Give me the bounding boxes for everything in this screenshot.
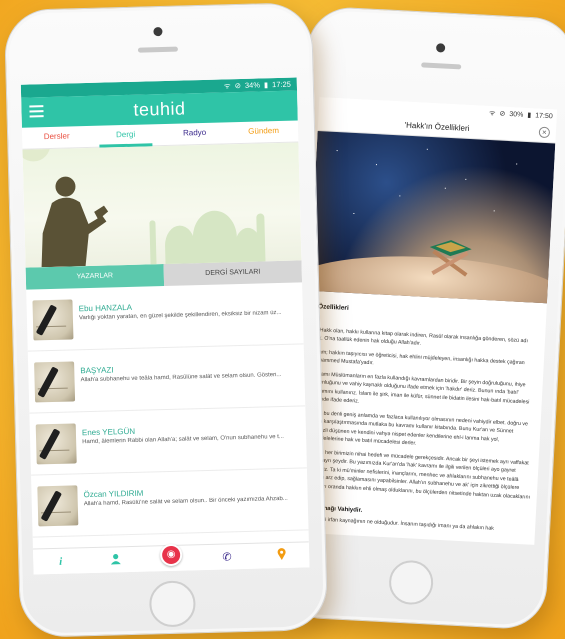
home-button[interactable] bbox=[388, 559, 435, 606]
list-item[interactable]: BAŞYAZI Allah'a subhanehu ve teâla hamd,… bbox=[27, 344, 306, 414]
front-camera bbox=[435, 43, 446, 53]
bottom-nav: i ◉ ✆ bbox=[32, 541, 310, 575]
block-icon: ⊘ bbox=[499, 110, 506, 118]
front-phone: ᯤ ⊘ 34% ▮ 17:25 teuhid Dersler Dergi Rad… bbox=[3, 2, 329, 638]
article-body: ı Özellikleri El-Hakk olan, hakkı kullar… bbox=[297, 291, 547, 536]
speaker bbox=[137, 46, 178, 53]
tab-radyo[interactable]: Radyo bbox=[160, 122, 230, 145]
pen-thumbnail bbox=[34, 360, 76, 402]
article-paragraph: i olmak her birimizin nihai hedefi ve mü… bbox=[304, 448, 531, 501]
battery-icon: ▮ bbox=[263, 80, 269, 90]
praying-person-icon bbox=[41, 176, 109, 268]
magazine-banner bbox=[22, 142, 302, 268]
app-screen: ᯤ ⊘ 34% ▮ 17:25 teuhid Dersler Dergi Rad… bbox=[20, 77, 310, 575]
pen-thumbnail bbox=[37, 484, 79, 526]
list-item[interactable]: Ebu HANZALA Varlığı yoktan yaratan, en g… bbox=[26, 282, 304, 352]
article-screen: ᯤ ⊘ 30% ▮ 17:50 'Hakk'ın Özellikleri × ı… bbox=[296, 97, 558, 545]
list-item[interactable]: Özcan YILDIRIM Allah'a hamd, Rasûlü'ne s… bbox=[31, 468, 309, 538]
quran-stand-icon bbox=[429, 240, 472, 277]
wifi-icon: ᯤ bbox=[488, 109, 496, 117]
article-paragraph: kavramı Müslümanların en fazla kullandığ… bbox=[309, 370, 530, 405]
article-list: Ebu HANZALA Varlığı yoktan yaratan, en g… bbox=[26, 282, 309, 538]
pen-thumbnail bbox=[35, 422, 77, 464]
user-icon[interactable] bbox=[105, 553, 125, 568]
info-icon[interactable]: i bbox=[51, 555, 71, 568]
speaker bbox=[421, 62, 462, 70]
article-paragraph: tamın bu denli geniş anlamda ve fazlaca … bbox=[307, 409, 529, 447]
radio-icon[interactable]: ◉ bbox=[159, 543, 183, 566]
tab-dergi[interactable]: Dergi bbox=[91, 124, 161, 147]
article-hero-image bbox=[309, 131, 556, 304]
pen-thumbnail bbox=[32, 298, 74, 340]
battery-icon: ▮ bbox=[527, 111, 532, 120]
location-icon[interactable] bbox=[272, 548, 292, 564]
battery-level: 30% bbox=[509, 110, 524, 119]
article-heading: ı Özellikleri bbox=[314, 303, 349, 312]
hamburger-menu-icon[interactable] bbox=[29, 105, 44, 118]
clock: 17:25 bbox=[271, 79, 291, 90]
tab-gundem[interactable]: Gündem bbox=[229, 120, 299, 143]
home-button[interactable] bbox=[148, 580, 197, 628]
tab-dersler[interactable]: Dersler bbox=[22, 126, 92, 149]
article-title: 'Hakk'ın Özellikleri bbox=[404, 120, 470, 133]
clock: 17:50 bbox=[535, 111, 553, 120]
app-logo: teuhid bbox=[133, 97, 186, 120]
wifi-icon: ᯤ bbox=[223, 80, 231, 90]
front-camera bbox=[153, 26, 163, 37]
list-item[interactable]: Enes YELGÜN Hamd, âlemlerin Rabbi olan A… bbox=[29, 406, 307, 476]
block-icon: ⊘ bbox=[234, 80, 242, 91]
close-icon[interactable]: × bbox=[538, 126, 551, 139]
battery-level: 34% bbox=[244, 80, 261, 90]
phone-icon[interactable]: ✆ bbox=[217, 550, 237, 564]
